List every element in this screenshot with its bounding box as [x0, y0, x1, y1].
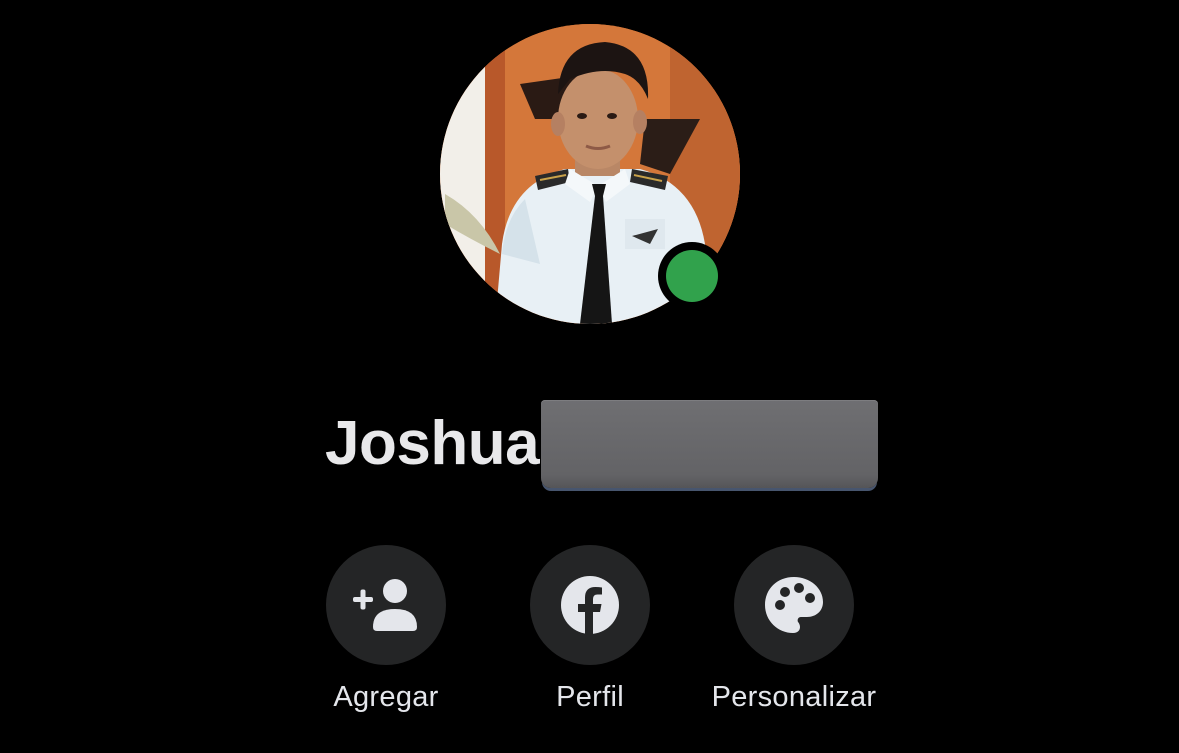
palette-icon [765, 577, 823, 633]
view-profile-action[interactable]: Perfil [490, 545, 690, 714]
online-status-dot [666, 250, 718, 302]
presence-indicator [658, 242, 726, 310]
profile-avatar[interactable] [440, 24, 740, 324]
add-person-icon [353, 579, 417, 631]
profile-actions: Agregar Perfil Personalizar [0, 545, 1179, 725]
view-profile-label: Perfil [556, 681, 624, 713]
add-friend-label: Agregar [333, 681, 439, 713]
view-profile-button[interactable] [530, 545, 650, 665]
customize-action[interactable]: Personalizar [694, 545, 894, 714]
add-friend-action[interactable]: Agregar [286, 545, 486, 714]
profile-name: Joshua [325, 398, 540, 490]
first-name: Joshua [325, 409, 540, 478]
customize-button[interactable] [734, 545, 854, 665]
add-friend-button[interactable] [326, 545, 446, 665]
customize-label: Personalizar [711, 681, 877, 713]
redacted-last-name [541, 400, 879, 488]
facebook-icon [561, 576, 619, 635]
